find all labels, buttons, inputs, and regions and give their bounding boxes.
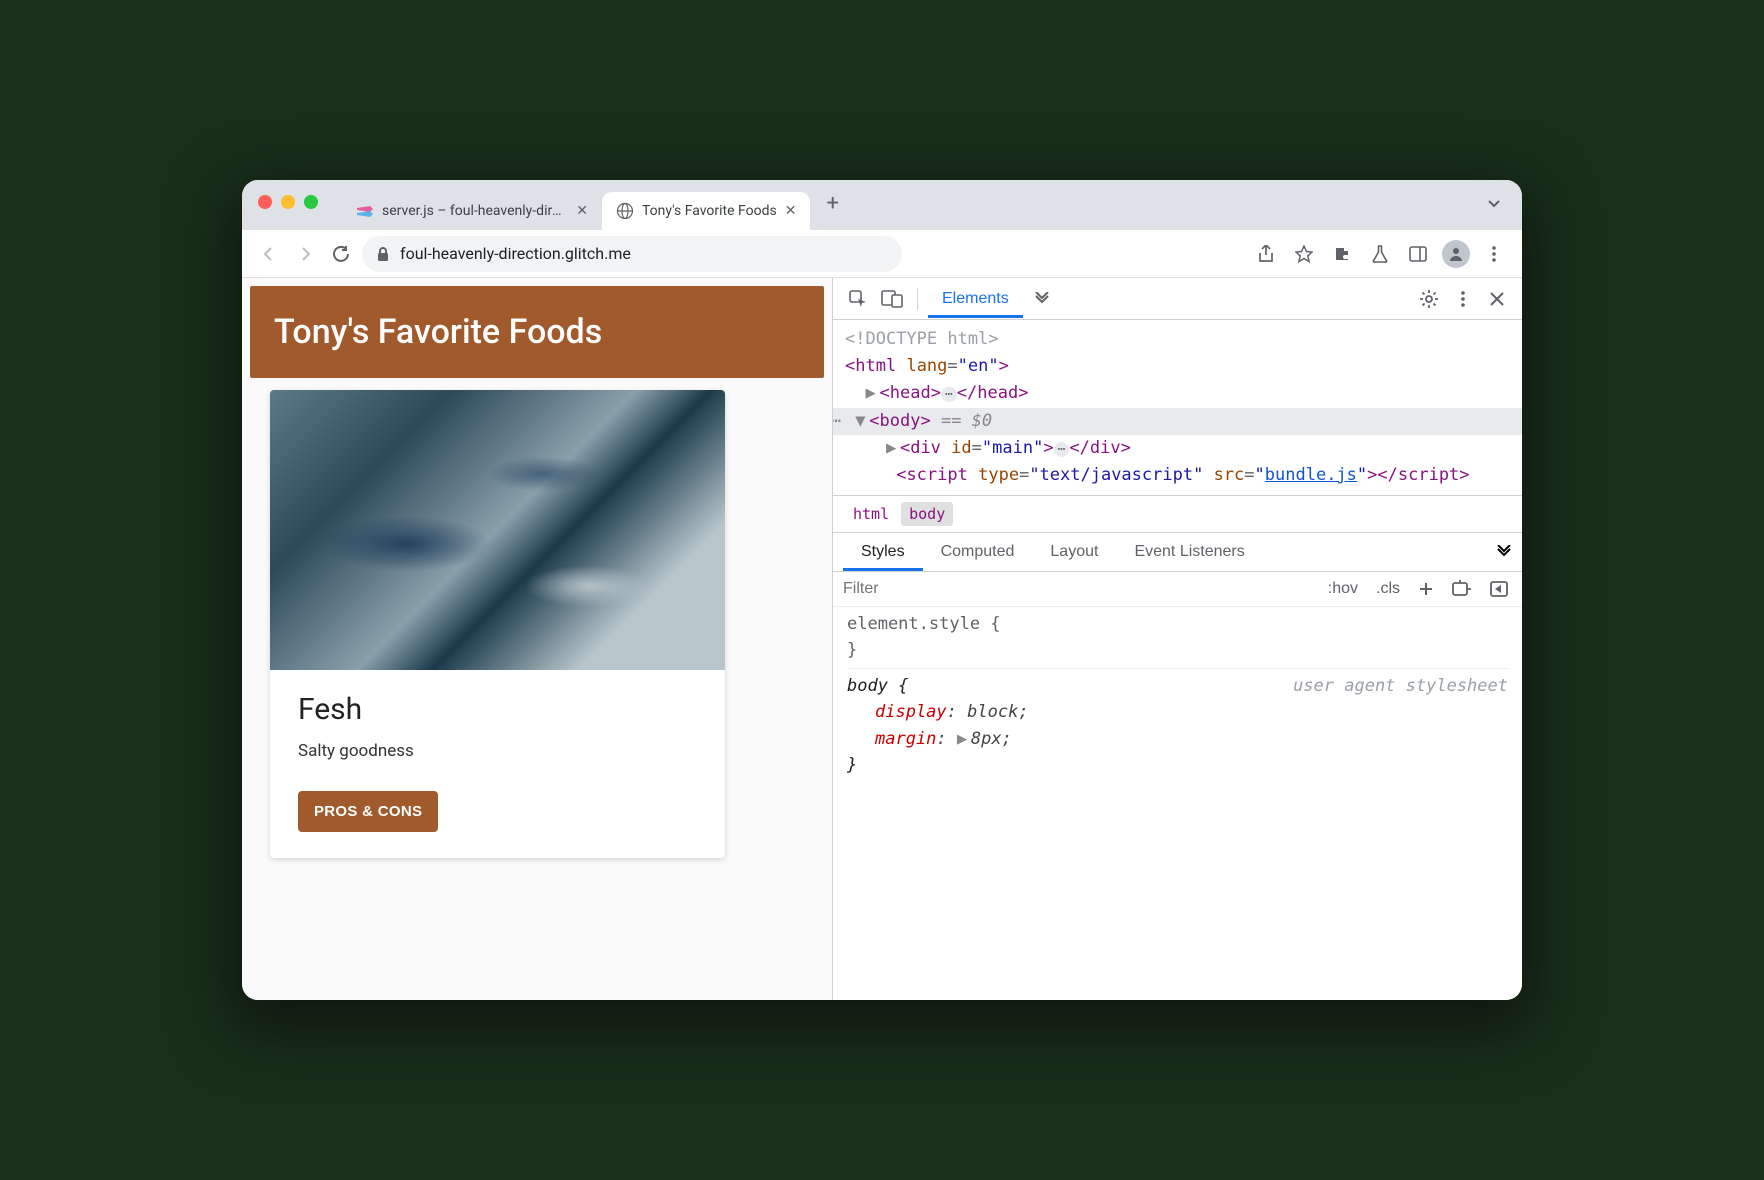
forward-button[interactable] — [290, 239, 320, 269]
glitch-favicon-icon — [356, 202, 374, 220]
more-tabs-icon[interactable] — [1496, 545, 1512, 559]
profile-button[interactable] — [1440, 238, 1472, 270]
cls-button[interactable]: .cls — [1372, 576, 1404, 602]
reload-button[interactable] — [326, 239, 356, 269]
styles-tab-styles[interactable]: Styles — [843, 533, 923, 571]
styles-tab-computed[interactable]: Computed — [923, 533, 1033, 571]
devtools-tab-elements[interactable]: Elements — [928, 280, 1023, 318]
window-minimize-button[interactable] — [281, 195, 295, 209]
pros-cons-button[interactable]: PROS & CONS — [298, 791, 438, 832]
window-close-button[interactable] — [258, 195, 272, 209]
tab-strip: server.js – foul-heavenly-direct ✕ Tony'… — [242, 180, 1522, 230]
breadcrumb-item-selected[interactable]: body — [901, 502, 953, 526]
card-image — [270, 390, 725, 670]
more-tabs-icon[interactable] — [1027, 284, 1057, 314]
browser-window: server.js – foul-heavenly-direct ✕ Tony'… — [242, 180, 1522, 1000]
globe-favicon-icon — [616, 202, 634, 220]
rendering-icon[interactable] — [1486, 577, 1512, 601]
page-header: Tony's Favorite Foods — [250, 286, 824, 378]
card-title: Fesh — [298, 692, 697, 727]
dom-doctype: <!DOCTYPE html> — [845, 329, 999, 349]
stylesheet-source: user agent stylesheet — [1293, 673, 1508, 699]
settings-icon[interactable] — [1414, 284, 1444, 314]
expand-icon[interactable]: ▶ — [886, 435, 900, 462]
card-body: Fesh Salty goodness PROS & CONS — [270, 670, 725, 858]
window-zoom-button[interactable] — [304, 195, 318, 209]
tabs-dropdown-button[interactable] — [1478, 187, 1510, 219]
inspect-icon[interactable] — [843, 284, 873, 314]
content-area: Tony's Favorite Foods Fesh Salty goodnes… — [242, 278, 1522, 1000]
styles-tab-layout[interactable]: Layout — [1032, 533, 1116, 571]
lock-icon — [376, 246, 390, 262]
expand-icon[interactable]: ▶ — [957, 726, 971, 752]
dom-selected-node[interactable]: ▼<body> == $0 — [833, 408, 1522, 435]
card-description: Salty goodness — [298, 741, 697, 761]
avatar-icon — [1442, 240, 1470, 268]
traffic-lights — [258, 195, 318, 209]
styles-tab-event-listeners[interactable]: Event Listeners — [1116, 533, 1262, 571]
dom-breadcrumb: html body — [833, 495, 1522, 532]
tab-active[interactable]: Tony's Favorite Foods ✕ — [602, 192, 810, 230]
toolbar: foul-heavenly-direction.glitch.me — [242, 230, 1522, 278]
extensions-icon[interactable] — [1326, 238, 1358, 270]
ellipsis-icon[interactable]: ⋯ — [941, 387, 957, 402]
styles-filter-input[interactable] — [843, 580, 1314, 598]
labs-icon[interactable] — [1364, 238, 1396, 270]
menu-button[interactable] — [1478, 238, 1510, 270]
styles-rules[interactable]: element.style { } user agent stylesheet … — [833, 607, 1522, 782]
devtools-close-icon[interactable] — [1482, 284, 1512, 314]
bundle-link[interactable]: bundle.js — [1265, 465, 1357, 485]
food-card: Fesh Salty goodness PROS & CONS — [270, 390, 725, 858]
devtools-panel: Elements <!DOCTYPE html> <html lang="en"… — [832, 278, 1522, 1000]
expand-icon[interactable]: ▶ — [865, 380, 879, 407]
url-text: foul-heavenly-direction.glitch.me — [400, 244, 631, 263]
tab-close-icon[interactable]: ✕ — [576, 203, 588, 219]
share-icon[interactable] — [1250, 238, 1282, 270]
bookmark-icon[interactable] — [1288, 238, 1320, 270]
breadcrumb-item[interactable]: html — [845, 502, 897, 526]
styles-tabs: Styles Computed Layout Event Listeners — [833, 532, 1522, 571]
device-toggle-icon[interactable] — [877, 284, 907, 314]
sidepanel-icon[interactable] — [1402, 238, 1434, 270]
tab-title: server.js – foul-heavenly-direct — [382, 203, 568, 219]
new-rule-icon[interactable] — [1414, 577, 1438, 601]
styles-filter-bar: :hov .cls — [833, 571, 1522, 607]
computed-toggle-icon[interactable] — [1448, 576, 1476, 602]
collapse-icon[interactable]: ▼ — [855, 408, 869, 435]
hov-button[interactable]: :hov — [1324, 576, 1362, 602]
tab-inactive[interactable]: server.js – foul-heavenly-direct ✕ — [342, 192, 602, 230]
ellipsis-icon[interactable]: ⋯ — [1054, 442, 1070, 457]
address-bar[interactable]: foul-heavenly-direction.glitch.me — [362, 236, 902, 272]
devtools-menu-icon[interactable] — [1448, 284, 1478, 314]
page-title: Tony's Favorite Foods — [274, 312, 800, 352]
tab-title: Tony's Favorite Foods — [642, 203, 777, 219]
dom-tree[interactable]: <!DOCTYPE html> <html lang="en"> ▶<head>… — [833, 320, 1522, 495]
page-viewport: Tony's Favorite Foods Fesh Salty goodnes… — [242, 278, 832, 1000]
new-tab-button[interactable]: + — [818, 187, 846, 220]
back-button[interactable] — [254, 239, 284, 269]
tab-close-icon[interactable]: ✕ — [785, 203, 797, 219]
devtools-toolbar: Elements — [833, 278, 1522, 320]
